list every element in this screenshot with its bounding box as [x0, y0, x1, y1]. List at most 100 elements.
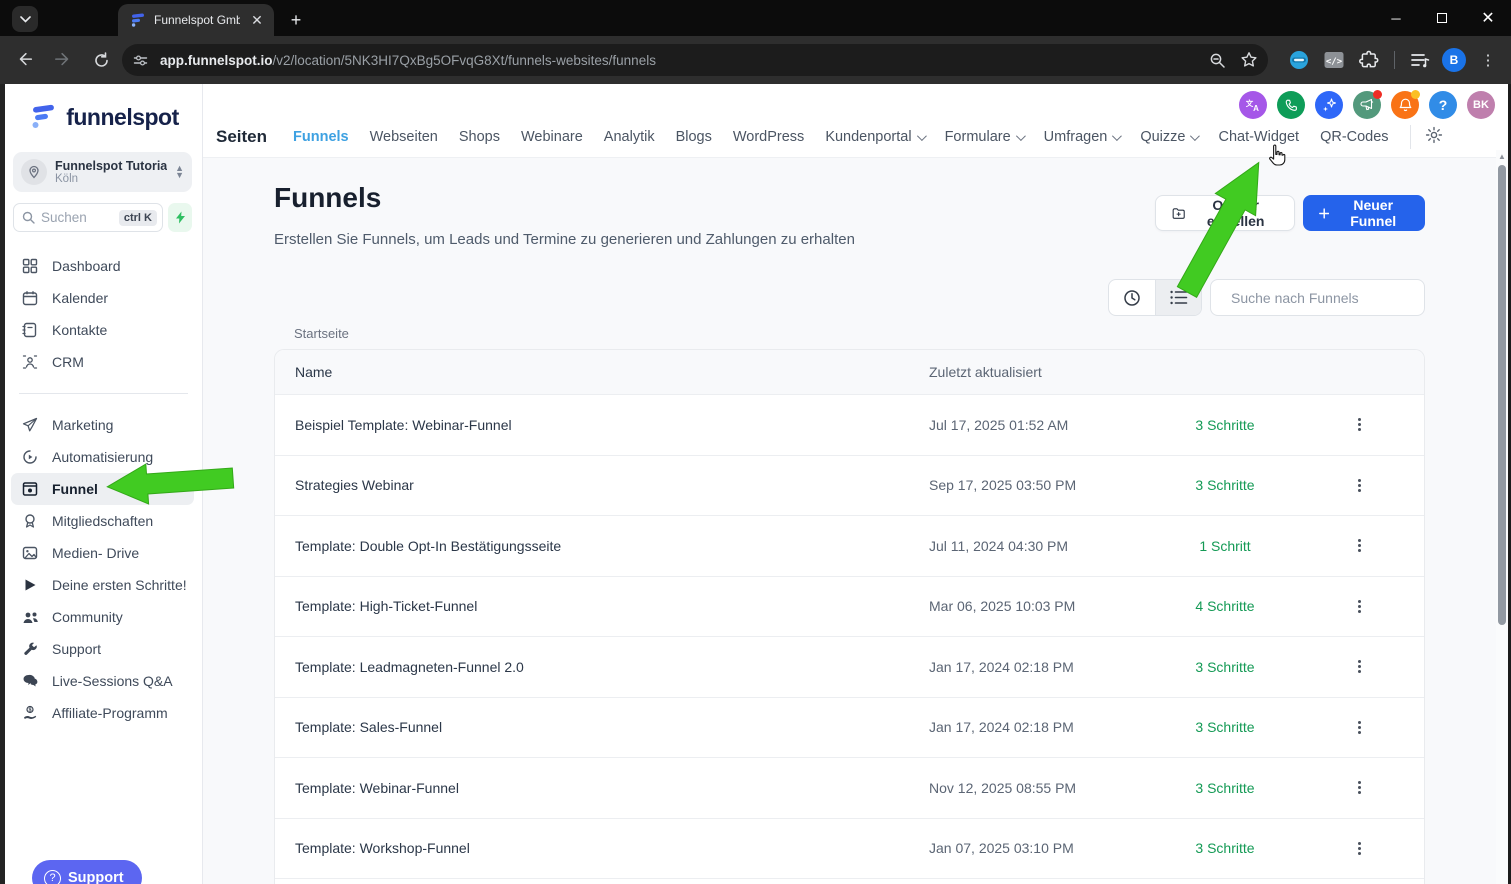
- funnel-name[interactable]: Template: Double Opt-In Bestätigungsseit…: [275, 538, 929, 554]
- sidebar-item-automatisierung[interactable]: Automatisierung: [5, 441, 202, 473]
- translate-button[interactable]: 文A: [1239, 91, 1267, 119]
- sidebar-item-crm[interactable]: CRM: [5, 346, 202, 378]
- sidebar-item-marketing[interactable]: Marketing: [5, 409, 202, 441]
- sidebar-item-community[interactable]: Community: [5, 601, 202, 633]
- row-menu-icon[interactable]: [1358, 418, 1361, 432]
- funnel-search[interactable]: [1210, 279, 1425, 316]
- sidebar-item-erste-schritte[interactable]: Deine ersten Schritte!: [5, 569, 202, 601]
- quick-actions-button[interactable]: [168, 203, 192, 232]
- funnel-steps[interactable]: 1 Schritt: [1155, 538, 1295, 554]
- funnel-steps[interactable]: 3 Schritte: [1155, 477, 1295, 493]
- tab-qr-codes[interactable]: QR-Codes: [1320, 129, 1389, 145]
- extensions-puzzle-icon[interactable]: [1356, 47, 1382, 73]
- tab-shops[interactable]: Shops: [459, 129, 500, 145]
- funnel-name[interactable]: Template: Sales-Funnel: [275, 719, 929, 735]
- tab-analytik[interactable]: Analytik: [604, 129, 655, 145]
- ai-assistant-button[interactable]: [1315, 91, 1343, 119]
- media-controls-icon[interactable]: [1407, 47, 1433, 73]
- browser-tab[interactable]: Funnelspot GmbH ✕: [118, 4, 274, 36]
- sidebar-item-dashboard[interactable]: Dashboard: [5, 250, 202, 282]
- tab-formulare[interactable]: Formulare: [945, 129, 1026, 145]
- tab-webseiten[interactable]: Webseiten: [370, 129, 438, 145]
- tab-funnels[interactable]: Funnels: [293, 129, 349, 145]
- table-row[interactable]: Template: Leadmagneten-Funnel 2.0 Jan 17…: [275, 636, 1424, 697]
- tab-close-icon[interactable]: ✕: [248, 11, 266, 29]
- tab-wordpress[interactable]: WordPress: [733, 129, 804, 145]
- tab-search-button[interactable]: [12, 6, 38, 32]
- row-menu-icon[interactable]: [1358, 660, 1361, 674]
- browser-menu-icon[interactable]: ⋮: [1475, 47, 1501, 73]
- table-row[interactable]: Template: Sales-Funnel Jan 17, 2024 02:1…: [275, 696, 1424, 757]
- funnel-name[interactable]: Template: High-Ticket-Funnel: [275, 598, 929, 614]
- funnel-name[interactable]: Template: Webinar-Funnel: [275, 780, 929, 796]
- sidebar-item-medien-drive[interactable]: Medien- Drive: [5, 537, 202, 569]
- row-menu-icon[interactable]: [1358, 599, 1361, 613]
- url-bar[interactable]: app.funnelspot.io/v2/location/5NK3HI7QxB…: [122, 44, 1268, 76]
- table-row[interactable]: Template: Double Opt-In Bestätigungsseit…: [275, 515, 1424, 576]
- new-funnel-button[interactable]: Neuer Funnel: [1303, 195, 1425, 231]
- funnel-name[interactable]: Template: Leadmagneten-Funnel 2.0: [275, 659, 929, 675]
- funnel-name[interactable]: Strategies Webinar: [275, 477, 929, 493]
- funnel-steps[interactable]: 4 Schritte: [1155, 598, 1295, 614]
- row-menu-icon[interactable]: [1358, 720, 1361, 734]
- location-switcher[interactable]: Funnelspot Tutorial ... Köln ▲▼: [13, 152, 192, 192]
- funnel-search-input[interactable]: [1231, 289, 1412, 306]
- tab-kundenportal[interactable]: Kundenportal: [825, 129, 927, 145]
- create-folder-button[interactable]: Ordner erstellen: [1155, 195, 1295, 231]
- sidebar-item-support[interactable]: Support: [5, 633, 202, 665]
- help-button[interactable]: ?: [1429, 91, 1457, 119]
- tab-chat-widget[interactable]: Chat-Widget: [1218, 129, 1299, 145]
- back-button[interactable]: [10, 45, 40, 75]
- funnel-steps[interactable]: 3 Schritte: [1155, 417, 1295, 433]
- funnel-name[interactable]: Beispiel Template: Webinar-Funnel: [275, 417, 929, 433]
- tab-webinare[interactable]: Webinare: [521, 129, 583, 145]
- tab-umfragen[interactable]: Umfragen: [1044, 129, 1123, 145]
- scrollbar-thumb[interactable]: [1498, 165, 1506, 625]
- row-menu-icon[interactable]: [1358, 841, 1361, 855]
- sidebar-item-affiliate[interactable]: $ Affiliate-Programm: [5, 697, 202, 729]
- phone-button[interactable]: [1277, 91, 1305, 119]
- window-close-button[interactable]: ✕: [1465, 0, 1511, 36]
- browser-profile-avatar[interactable]: B: [1442, 48, 1466, 72]
- notifications-button[interactable]: [1391, 90, 1420, 119]
- sidebar-item-kalender[interactable]: Kalender: [5, 282, 202, 314]
- page-scrollbar[interactable]: ▲: [1496, 150, 1508, 884]
- sidebar-item-funnel[interactable]: Funnel: [11, 473, 194, 505]
- sidebar-item-kontakte[interactable]: Kontakte: [5, 314, 202, 346]
- reload-button[interactable]: [86, 45, 116, 75]
- sidebar-item-mitgliedschaften[interactable]: Mitgliedschaften: [5, 505, 202, 537]
- sidebar-item-live-sessions[interactable]: Live-Sessions Q&A: [5, 665, 202, 697]
- funnel-steps[interactable]: 3 Schritte: [1155, 719, 1295, 735]
- sidebar-search-input[interactable]: Suchen ctrl K: [13, 203, 163, 232]
- table-row[interactable]: Template: Workshop-Funnel Jan 07, 2025 0…: [275, 817, 1424, 878]
- funnel-steps[interactable]: 3 Schritte: [1155, 780, 1295, 796]
- table-row[interactable]: Template: High-Ticket-Funnel Mar 06, 202…: [275, 575, 1424, 636]
- extension-robot-icon[interactable]: [1286, 47, 1312, 73]
- support-floating-button[interactable]: ? Support: [32, 860, 142, 884]
- tab-blogs[interactable]: Blogs: [676, 129, 712, 145]
- bookmark-star-icon[interactable]: [1240, 51, 1258, 69]
- table-row[interactable]: Template: Webinar-Funnel Nov 12, 2025 08…: [275, 757, 1424, 818]
- funnel-name[interactable]: Template: Workshop-Funnel: [275, 840, 929, 856]
- user-avatar[interactable]: BK: [1467, 91, 1495, 119]
- row-menu-icon[interactable]: [1358, 478, 1361, 492]
- window-minimize-button[interactable]: ─: [1373, 0, 1419, 36]
- extension-code-icon[interactable]: </>: [1321, 47, 1347, 73]
- table-row[interactable]: Beispiel Template: Webinar-Funnel Jul 17…: [275, 394, 1424, 455]
- tab-quizze[interactable]: Quizze: [1140, 129, 1201, 145]
- funnel-steps[interactable]: 3 Schritte: [1155, 840, 1295, 856]
- announcements-button[interactable]: [1353, 90, 1382, 119]
- settings-gear-icon[interactable]: [1425, 126, 1443, 149]
- row-menu-icon[interactable]: [1358, 781, 1361, 795]
- funnel-steps[interactable]: 3 Schritte: [1155, 659, 1295, 675]
- zoom-icon[interactable]: [1209, 52, 1226, 69]
- recent-view-button[interactable]: [1109, 280, 1155, 315]
- list-view-button[interactable]: [1155, 280, 1201, 315]
- window-maximize-button[interactable]: [1419, 0, 1465, 36]
- row-menu-icon[interactable]: [1358, 539, 1361, 553]
- scrollbar-up-arrow[interactable]: ▲: [1497, 152, 1507, 162]
- table-row[interactable]: Strategies Webinar Sep 17, 2025 03:50 PM…: [275, 454, 1424, 515]
- forward-button[interactable]: [48, 45, 78, 75]
- new-tab-button[interactable]: +: [284, 8, 308, 32]
- site-info-button[interactable]: [128, 48, 152, 72]
